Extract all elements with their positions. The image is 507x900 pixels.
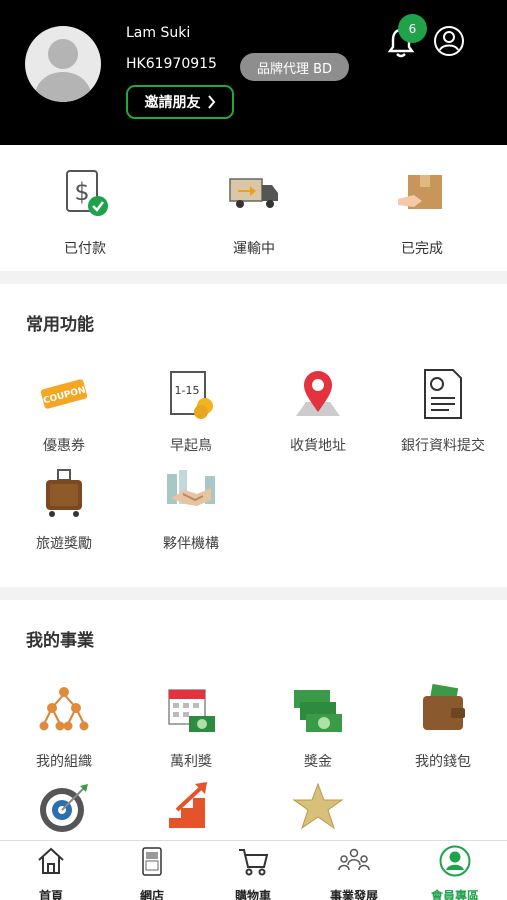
wallet-icon [423,683,465,730]
handshake-icon [167,470,215,506]
order-paid[interactable]: $ 已付款 [25,167,145,257]
invite-friends-button[interactable]: 邀請朋友 [126,85,234,119]
user-name: Lam Suki [126,25,191,41]
nav-business-label: 事業發展 [329,889,378,900]
wallet-item[interactable]: 我的錢包 [383,682,503,771]
address-label: 收貨地址 [290,438,346,454]
nav-shop-label: 網店 [139,889,164,900]
nav-home[interactable]: 首頁 [1,845,101,900]
location-pin-icon [296,371,340,416]
wallet-label: 我的錢包 [415,754,471,770]
nav-cart-label: 購物車 [234,889,271,900]
wanli-award-item[interactable]: 萬利獎 [131,682,251,771]
star-item[interactable] [258,780,378,849]
common-functions-section: 常用功能 COUPON 優惠券 1-15 早起鳥 收貨地址 銀行資料提交 旅遊獎… [0,284,507,587]
bank-document-icon [424,369,462,419]
svg-text:$: $ [74,178,89,206]
partner-label: 夥伴機構 [163,536,219,552]
cart-icon [239,849,269,876]
nav-member-label: 會員專區 [430,889,479,900]
order-shipping[interactable]: 運輸中 [194,167,314,257]
profile-icon[interactable] [433,25,465,57]
member-id: HK61970915 [126,56,217,72]
home-icon [38,847,64,874]
shop-icon [142,847,162,876]
organization-label: 我的組織 [36,754,92,770]
chevron-right-icon [207,95,215,109]
early-bird-calendar-icon: 1-15 [170,371,213,419]
order-status-bar: $ 已付款 運輸中 已完成 [0,145,507,271]
early-bird-label: 早起鳥 [170,438,212,454]
section-title: 我的事業 [26,631,94,651]
member-icon [439,845,471,877]
notification-count-badge: 6 [398,14,427,43]
delivery-truck-icon [229,178,278,208]
growth-item[interactable] [131,780,251,849]
section-title: 常用功能 [26,315,94,335]
nav-member[interactable]: 會員專區 [405,845,505,900]
paid-dollar-icon: $ [66,170,108,216]
calendar-cash-icon [168,689,215,732]
cash-stack-icon [294,690,342,732]
bonus-label: 獎金 [304,754,332,770]
avatar[interactable] [25,26,101,102]
my-business-section: 我的事業 我的組織 萬利獎 獎金 我的錢包 [0,600,507,840]
svg-text:1-15: 1-15 [175,384,200,397]
bottom-navigation: 首頁 網店 購物車 事業發展 會員專區 [0,840,507,900]
nav-business[interactable]: 事業發展 [304,845,404,900]
target-item[interactable] [4,780,124,849]
coupon-icon: COUPON [40,379,88,409]
order-completed-label: 已完成 [401,241,443,257]
bank-info-item[interactable]: 銀行資料提交 [383,366,503,455]
completed-box-icon [398,175,442,209]
bonus-item[interactable]: 獎金 [258,682,378,771]
luggage-icon [46,469,82,517]
invite-label: 邀請朋友 [144,95,201,111]
organization-item[interactable]: 我的組織 [4,682,124,771]
organization-tree-icon [39,687,89,731]
early-bird-item[interactable]: 1-15 早起鳥 [131,366,251,455]
order-paid-label: 已付款 [64,241,106,257]
wanli-award-label: 萬利獎 [170,754,212,770]
partner-item[interactable]: 夥伴機構 [131,464,251,553]
travel-reward-item[interactable]: 旅遊獎勵 [4,464,124,553]
nav-home-label: 首頁 [38,889,63,900]
address-item[interactable]: 收貨地址 [258,366,378,455]
coupon-item[interactable]: COUPON 優惠券 [4,366,124,455]
coupon-label: 優惠券 [43,438,85,454]
travel-reward-label: 旅遊獎勵 [36,536,92,552]
profile-header: Lam Suki HK61970915 品牌代理 BD 邀請朋友 6 [0,0,507,145]
target-icon [40,784,88,832]
growth-stairs-icon [169,782,207,828]
order-shipping-label: 運輸中 [233,241,275,257]
nav-shop[interactable]: 網店 [102,845,202,900]
nav-cart[interactable]: 購物車 [203,845,303,900]
team-icon [338,848,370,871]
order-completed[interactable]: 已完成 [362,167,482,257]
rank-badge: 品牌代理 BD [240,53,349,81]
bank-info-label: 銀行資料提交 [401,438,485,454]
gold-star-icon [292,782,344,830]
